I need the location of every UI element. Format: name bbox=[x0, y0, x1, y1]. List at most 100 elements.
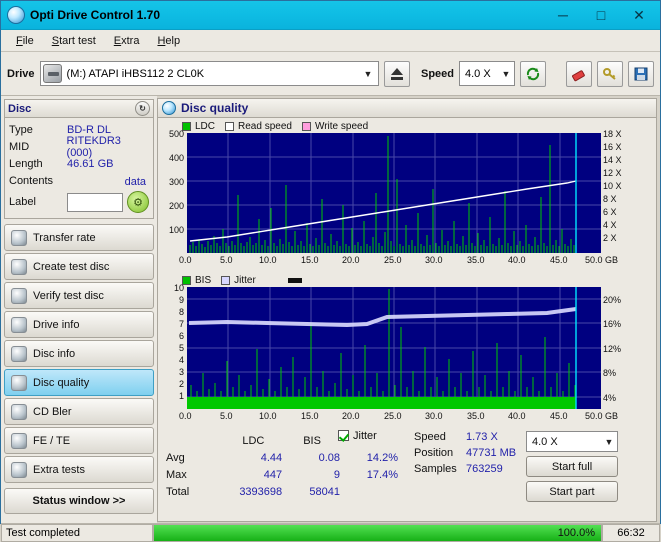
sidebar-item-verify-test-disc[interactable]: Verify test disc bbox=[4, 282, 154, 309]
sidebar-item-disc-info[interactable]: Disc info bbox=[4, 340, 154, 367]
stats-avg-ldc: 4.44 bbox=[260, 451, 283, 464]
nav-list: Transfer rate Create test disc Verify te… bbox=[4, 224, 154, 483]
quality-speed-select[interactable]: 4.0 X ▼ bbox=[526, 431, 618, 452]
sidebar-item-transfer-rate[interactable]: Transfer rate bbox=[4, 224, 154, 251]
stats-max-bis: 9 bbox=[333, 469, 341, 482]
top-ytick-200: 200 bbox=[168, 201, 184, 211]
key-button[interactable] bbox=[597, 60, 623, 87]
drive-select[interactable]: (M:) ATAPI iHBS112 2 CL0K ▼ bbox=[39, 61, 379, 86]
disc-row-type-key: Type bbox=[9, 123, 33, 136]
sidebar: Disc ↻ Type BD-R DL MID RITEKDR3 (000) L… bbox=[1, 96, 157, 523]
disc-info-box: Type BD-R DL MID RITEKDR3 (000) Length 4… bbox=[4, 118, 154, 219]
menu-item-file[interactable]: File bbox=[7, 33, 43, 49]
bot-xtick-2: 10.0 bbox=[259, 411, 277, 421]
disc-row-mid: MID RITEKDR3 (000) bbox=[9, 135, 149, 159]
sidebar-item-extra-tests[interactable]: Extra tests bbox=[4, 456, 154, 483]
bot-rtick-4: 4% bbox=[603, 393, 617, 403]
sidebar-item-fe-te[interactable]: FE / TE bbox=[4, 427, 154, 454]
chevron-down-icon[interactable]: ▼ bbox=[360, 69, 376, 79]
sidebar-item-label-1: Create test disc bbox=[33, 260, 110, 273]
title-bar: Opti Drive Control 1.70 ─ □ ✕ bbox=[1, 1, 660, 30]
disc-refresh-icon[interactable]: ↻ bbox=[135, 101, 150, 116]
start-part-button[interactable]: Start part bbox=[526, 481, 618, 502]
fe-te-icon bbox=[11, 432, 27, 449]
disc-row-contents-key: Contents bbox=[9, 174, 54, 187]
legend-label-read-speed: Read speed bbox=[238, 121, 292, 132]
status-message: Test completed bbox=[1, 523, 153, 542]
menu-item-extra[interactable]: Extra bbox=[105, 33, 149, 49]
top-xtick-5: 25.0 bbox=[384, 255, 402, 265]
top-rtick-6x: 6 X bbox=[603, 207, 617, 217]
progress-bar: 100.0% bbox=[153, 523, 602, 542]
disc-row-contents: Contents data bbox=[9, 172, 149, 189]
stats-area: LDC BIS Avg 4.44 0.08 14.2% Max 447 9 17… bbox=[160, 429, 654, 502]
transfer-rate-icon bbox=[11, 229, 27, 246]
start-full-button[interactable]: Start full bbox=[526, 456, 618, 477]
bot-ytick-1: 1 bbox=[178, 391, 184, 401]
right-stat-position-value: 47731 MB bbox=[466, 447, 517, 459]
maximize-button[interactable]: □ bbox=[582, 3, 620, 28]
disc-label-input[interactable] bbox=[67, 192, 123, 212]
sidebar-item-create-test-disc[interactable]: Create test disc bbox=[4, 253, 154, 280]
sidebar-item-drive-info[interactable]: Drive info bbox=[4, 311, 154, 338]
top-rtick-8x: 8 X bbox=[603, 194, 617, 204]
menu-bar: File Start test Extra Help bbox=[1, 30, 660, 52]
menu-item-start-test[interactable]: Start test bbox=[43, 33, 105, 49]
speed-select[interactable]: 4.0 X ▼ bbox=[459, 61, 515, 86]
eject-button[interactable] bbox=[383, 60, 410, 87]
stats-col-ldc: LDC bbox=[242, 434, 265, 447]
legend-top: LDC Read speed Write speed bbox=[160, 120, 654, 133]
top-ytick-500: 500 bbox=[168, 129, 184, 139]
top-rtick-4x: 4 X bbox=[603, 220, 617, 230]
key-icon bbox=[603, 67, 616, 80]
top-xtick-6: 30.0 bbox=[425, 255, 443, 265]
top-xtick-0: 0.0 bbox=[179, 255, 192, 265]
bot-xtick-3: 15.0 bbox=[301, 411, 319, 421]
top-chart-container: 500 400 300 200 100 18 X 16 X 14 X 12 X … bbox=[160, 129, 654, 273]
gear-icon[interactable]: ⚙ bbox=[127, 191, 149, 213]
chevron-down-icon-speed[interactable]: ▼ bbox=[498, 69, 514, 79]
disc-label-row: Label ⚙ bbox=[9, 191, 149, 213]
bottom-chart-xaxis: 0.0 5.0 10.0 15.0 20.0 25.0 30.0 35.0 40… bbox=[160, 411, 640, 425]
bottom-chart-plot bbox=[187, 287, 601, 409]
create-test-disc-icon bbox=[11, 258, 27, 275]
top-rtick-10x: 10 X bbox=[603, 181, 622, 191]
sidebar-item-label-3: Drive info bbox=[33, 318, 80, 331]
status-window-button[interactable]: Status window >> bbox=[4, 488, 154, 514]
legend-bottom: BIS Jitter bbox=[160, 274, 654, 287]
stats-row-total: Total 3393698 58041 bbox=[166, 485, 398, 500]
top-xtick-8: 40.0 bbox=[508, 255, 526, 265]
legend-label-write-speed: Write speed bbox=[314, 121, 369, 132]
sidebar-item-cd-bler[interactable]: CD Bler bbox=[4, 398, 154, 425]
refresh-button[interactable] bbox=[520, 60, 546, 87]
stats-key-max: Max bbox=[166, 469, 187, 482]
top-chart-yaxis-right: 18 X 16 X 14 X 12 X 10 X 8 X 6 X 4 X 2 X bbox=[603, 129, 629, 253]
bot-ytick-9: 9 bbox=[178, 295, 184, 305]
save-button[interactable] bbox=[628, 60, 654, 87]
save-icon bbox=[634, 67, 648, 80]
sidebar-item-label-8: Extra tests bbox=[33, 463, 85, 476]
top-xtick-10: 50.0 GB bbox=[585, 255, 619, 265]
chevron-down-icon-quality-speed[interactable]: ▼ bbox=[601, 437, 617, 447]
top-chart-plot bbox=[187, 133, 601, 253]
menu-item-help[interactable]: Help bbox=[148, 33, 189, 49]
top-xtick-4: 20.0 bbox=[342, 255, 360, 265]
menu-start-rest: tart test bbox=[59, 34, 96, 47]
top-rtick-16x: 16 X bbox=[603, 142, 622, 152]
bot-ytick-10: 10 bbox=[173, 283, 184, 293]
jitter-checkbox[interactable] bbox=[338, 430, 349, 441]
close-button[interactable]: ✕ bbox=[620, 3, 658, 28]
scroll-handle[interactable] bbox=[287, 278, 302, 283]
eraser-button[interactable] bbox=[566, 60, 592, 87]
sidebar-item-disc-quality[interactable]: Disc quality bbox=[4, 369, 154, 396]
elapsed-time: 66:32 bbox=[602, 523, 660, 542]
bot-xtick-4: 20.0 bbox=[342, 411, 360, 421]
right-stat-samples-key: Samples bbox=[414, 463, 457, 475]
jitter-checkbox-wrap[interactable]: Jitter bbox=[338, 430, 377, 442]
stats-avg-jitter: 14.2% bbox=[366, 451, 398, 464]
top-rtick-18x: 18 X bbox=[603, 129, 622, 139]
extra-tests-icon bbox=[11, 461, 27, 478]
minimize-button[interactable]: ─ bbox=[544, 3, 582, 28]
cd-bler-icon bbox=[11, 403, 27, 420]
disc-label-key: Label bbox=[9, 196, 36, 208]
